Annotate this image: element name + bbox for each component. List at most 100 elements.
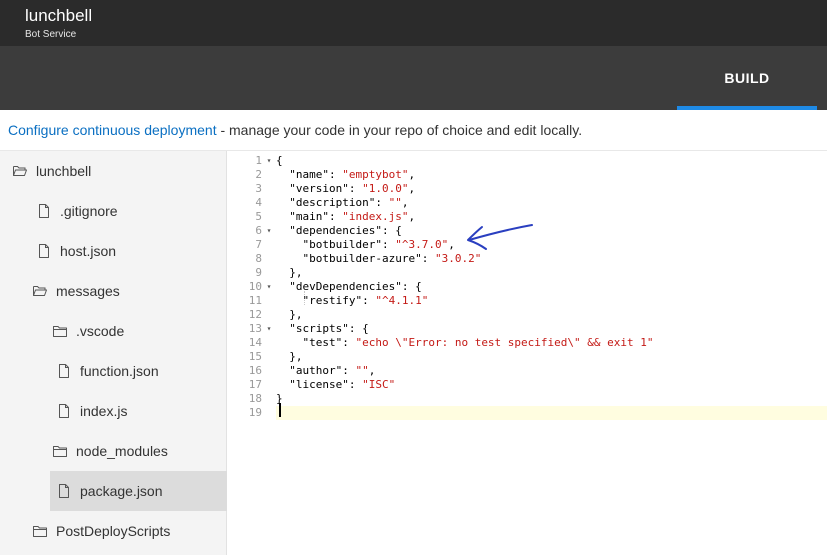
configure-deployment-link[interactable]: Configure continuous deployment xyxy=(8,122,217,138)
banner-text: - manage your code in your repo of choic… xyxy=(216,122,583,138)
code-text: "main": "index.js", xyxy=(276,210,416,223)
code-text: "author": "", xyxy=(276,364,376,377)
tree-item-label: package.json xyxy=(80,483,163,499)
code-line[interactable]: 16 "author": "", xyxy=(228,364,827,378)
code-text: }, xyxy=(276,308,303,321)
line-number: 2 xyxy=(255,168,262,181)
line-number: 3 xyxy=(255,182,262,195)
line-number: 1 xyxy=(255,154,262,167)
line-number: 17 xyxy=(248,378,262,391)
code-line[interactable]: 4 "description": "", xyxy=(228,196,827,210)
line-number: 19 xyxy=(248,406,262,419)
code-line[interactable]: 8 "botbuilder-azure": "3.0.2" xyxy=(228,252,827,266)
file-icon xyxy=(56,483,72,499)
line-number: 12 xyxy=(248,308,262,321)
code-editor[interactable]: 1 ▾{2 "name": "emptybot", 3 "version": "1.… xyxy=(228,151,827,555)
code-line[interactable]: 13 ▾ "scripts": { xyxy=(228,322,827,336)
tree-item-postdeployscripts[interactable]: PostDeployScripts xyxy=(0,511,170,551)
fold-toggle-icon[interactable]: ▾ xyxy=(265,224,273,238)
line-number: 8 xyxy=(255,252,262,265)
tree-item-package-json[interactable]: package.json xyxy=(50,471,227,511)
tab-bar: BUILD xyxy=(0,46,827,110)
line-number: 7 xyxy=(255,238,262,251)
folder-icon xyxy=(52,323,68,339)
tree-item-node-modules[interactable]: node_modules xyxy=(0,431,168,471)
code-line[interactable]: 11 "restify": "^4.1.1" xyxy=(228,294,827,308)
code-text: "devDependencies": { xyxy=(276,280,422,293)
tree-item-label: .gitignore xyxy=(60,203,118,219)
line-number: 6 xyxy=(255,224,262,237)
code-line[interactable]: 3 "version": "1.0.0", xyxy=(228,182,827,196)
code-line[interactable]: 18} xyxy=(228,392,827,406)
folder-icon xyxy=(52,443,68,459)
code-line[interactable]: 19 xyxy=(228,406,827,420)
code-text: "license": "ISC" xyxy=(276,378,396,391)
code-text: } xyxy=(276,392,283,405)
tree-item-label: node_modules xyxy=(76,443,168,459)
file-icon xyxy=(56,363,72,379)
folder-icon xyxy=(32,523,48,539)
code-line[interactable]: 10 ▾ "devDependencies": { xyxy=(228,280,827,294)
code-text: "test": "echo \"Error: no test specified… xyxy=(276,336,654,349)
tree-item-index-js[interactable]: index.js xyxy=(0,391,127,431)
line-number: 13 xyxy=(248,322,262,335)
code-line[interactable]: 15 }, xyxy=(228,350,827,364)
code-text: "description": "", xyxy=(276,196,409,209)
code-line[interactable]: 12 }, xyxy=(228,308,827,322)
fold-toggle-icon[interactable]: ▾ xyxy=(265,154,273,168)
tree-item-messages[interactable]: messages xyxy=(0,271,120,311)
code-text: }, xyxy=(276,350,303,363)
line-number: 15 xyxy=(248,350,262,363)
line-number: 4 xyxy=(255,196,262,209)
tab-build[interactable]: BUILD xyxy=(677,46,817,110)
app-title: lunchbell xyxy=(25,6,93,25)
code-text: "version": "1.0.0", xyxy=(276,182,416,195)
fold-toggle-icon[interactable]: ▾ xyxy=(265,322,273,336)
tree-item-label: index.js xyxy=(80,403,128,419)
fold-toggle-icon[interactable]: ▾ xyxy=(265,280,273,294)
tree-item-label: function.json xyxy=(80,363,159,379)
code-line[interactable]: 2 "name": "emptybot", xyxy=(228,168,827,182)
tree-item-label: .vscode xyxy=(76,323,125,339)
folder-open-icon xyxy=(12,163,28,179)
tree-item-host-json[interactable]: host.json xyxy=(0,231,116,271)
code-text: "scripts": { xyxy=(276,322,369,335)
annotation-arrow-icon xyxy=(467,224,533,250)
code-line[interactable]: 14 "test": "echo \"Error: no test specif… xyxy=(228,336,827,350)
code-line[interactable]: 1 ▾{ xyxy=(228,154,827,168)
line-number: 11 xyxy=(248,294,262,307)
tree-item-function-json[interactable]: function.json xyxy=(0,351,159,391)
code-line[interactable]: 9 }, xyxy=(228,266,827,280)
code-line[interactable]: 17 "license": "ISC" xyxy=(228,378,827,392)
code-text: "botbuilder-azure": "3.0.2" xyxy=(276,252,482,265)
code-text: "dependencies": { xyxy=(276,224,402,237)
line-number: 5 xyxy=(255,210,262,223)
file-tree: lunchbell .gitignore host.json messages .vsc… xyxy=(0,151,227,555)
tree-item-label: lunchbell xyxy=(36,163,92,179)
tree-item-vscode[interactable]: .vscode xyxy=(0,311,124,351)
line-number: 9 xyxy=(255,266,262,279)
line-number: 16 xyxy=(248,364,262,377)
tree-item-label: PostDeployScripts xyxy=(56,523,171,539)
text-cursor xyxy=(279,403,281,417)
line-number: 14 xyxy=(248,336,262,349)
file-icon xyxy=(56,403,72,419)
code-text: { xyxy=(276,154,283,167)
deployment-banner: Configure continuous deployment - manage… xyxy=(8,122,582,138)
file-icon xyxy=(36,203,52,219)
code-text: }, xyxy=(276,266,303,279)
line-number: 18 xyxy=(248,392,262,405)
tree-item-gitignore[interactable]: .gitignore xyxy=(0,191,118,231)
top-bar: lunchbell Bot Service xyxy=(0,0,827,46)
app-subtitle: Bot Service xyxy=(25,29,77,40)
line-number: 10 xyxy=(248,280,262,293)
code-text xyxy=(276,406,827,420)
code-text: "botbuilder": "^3.7.0", xyxy=(276,238,455,251)
folder-open-icon xyxy=(32,283,48,299)
code-text: "name": "emptybot", xyxy=(276,168,416,181)
file-icon xyxy=(36,243,52,259)
code-text: "restify": "^4.1.1" xyxy=(276,294,429,307)
tree-item-label: host.json xyxy=(60,243,117,259)
tree-item-lunchbell[interactable]: lunchbell xyxy=(0,151,91,191)
tree-item-label: messages xyxy=(56,283,120,299)
